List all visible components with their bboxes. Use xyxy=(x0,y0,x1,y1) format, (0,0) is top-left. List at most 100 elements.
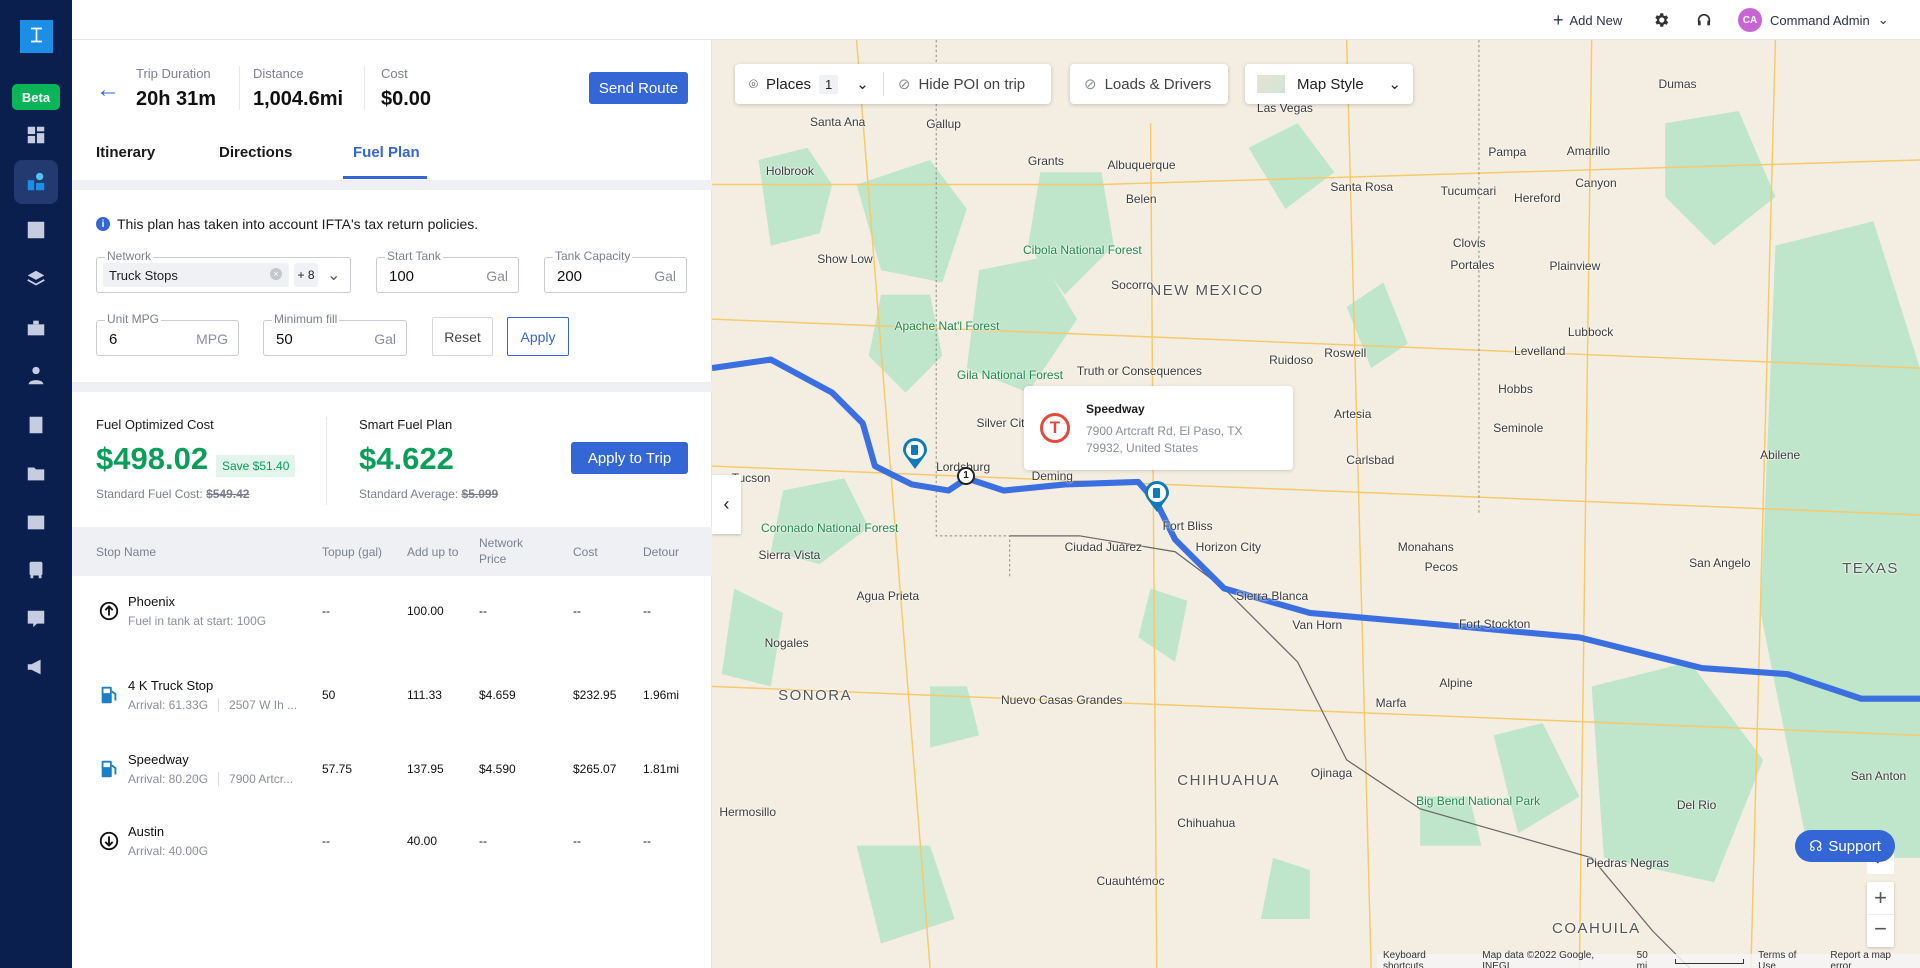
map-attribution: Keyboard shortcuts Map data ©2022 Google… xyxy=(1377,950,1920,968)
map-label: Cibola National Forest xyxy=(1023,243,1142,258)
tab-directions[interactable]: Directions xyxy=(219,144,292,161)
fuel-stop-pin[interactable] xyxy=(902,438,928,470)
loads-drivers-button[interactable]: ⊘ Loads & Drivers xyxy=(1070,64,1228,104)
table-row[interactable]: Speedway Arrival: 80.20G 7900 Artcr... 57.7… xyxy=(72,734,712,802)
cell-add-up-to: 40.00 xyxy=(407,834,438,848)
user-menu[interactable]: CA Command Admin ⌄ xyxy=(1738,0,1889,40)
location-pin-icon: ⌾ xyxy=(749,75,759,93)
cost-label: Cost xyxy=(381,66,408,81)
sidebar-item-contacts[interactable] xyxy=(14,403,58,447)
cell-detour: -- xyxy=(643,834,651,848)
logo-icon[interactable]: ⌶ xyxy=(20,20,53,53)
map-label: Socorro xyxy=(1111,277,1154,292)
map-label: Pampa xyxy=(1488,145,1527,160)
start-tank-input[interactable]: Start Tank 100 Gal xyxy=(376,249,519,293)
stop-name: Austin xyxy=(128,824,165,839)
map-canvas[interactable] xyxy=(712,40,1920,968)
sidebar-item-dispatch[interactable] xyxy=(14,208,58,252)
map-label: Del Rio xyxy=(1676,797,1717,812)
tank-capacity-input[interactable]: Tank Capacity 200 Gal xyxy=(544,249,687,293)
table-row[interactable]: 4 K Truck Stop Arrival: 61.33G 2507 W Ih .… xyxy=(72,660,712,728)
table-row[interactable]: Phoenix Fuel in tank at start: 100G -- 100.… xyxy=(72,576,712,644)
chevron-down-icon[interactable]: ⌄ xyxy=(327,265,340,285)
cell-price: -- xyxy=(479,604,487,618)
end-arrow-down-icon xyxy=(99,831,119,851)
map-label: Marfa xyxy=(1375,696,1407,711)
map-style-dropdown[interactable]: Map Style ⌄ xyxy=(1245,64,1413,104)
network-select[interactable]: Network Truck Stops × + 8 ⌄ xyxy=(96,249,351,293)
back-arrow-icon[interactable]: ← xyxy=(96,76,120,104)
map-label: Apache Nat'l Forest xyxy=(894,319,1000,334)
cell-topup: -- xyxy=(322,604,330,618)
fuel-stop-pin[interactable] xyxy=(1144,481,1170,513)
route-planner-icon xyxy=(27,172,45,191)
minimum-fill-input[interactable]: Minimum fill 50 Gal xyxy=(263,312,407,356)
chevron-down-icon[interactable]: ⌄ xyxy=(856,75,869,93)
sidebar-item-folder[interactable] xyxy=(14,451,58,495)
settings-button[interactable] xyxy=(1652,0,1670,40)
clear-chip-icon[interactable]: × xyxy=(270,268,282,280)
support-headset-button[interactable] xyxy=(1696,0,1712,40)
sidebar-item-announcement[interactable] xyxy=(14,645,58,689)
report-error-link[interactable]: Report a map error xyxy=(1830,950,1914,968)
terms-link[interactable]: Terms of Use xyxy=(1758,950,1816,968)
network-chip: Truck Stops × xyxy=(103,263,289,287)
map-label: COAHUILA xyxy=(1552,920,1641,938)
map-label: Lubbock xyxy=(1567,325,1614,340)
map-label: Gallup xyxy=(926,117,961,132)
sidebar-item-briefcase[interactable] xyxy=(14,306,58,350)
sidebar-item-layers[interactable] xyxy=(14,257,58,301)
cell-price: -- xyxy=(479,834,487,848)
table-header: Stop Name Topup (gal) Add up to Network … xyxy=(72,527,712,576)
tab-itinerary[interactable]: Itinerary xyxy=(96,144,155,161)
support-button[interactable]: ☊ Support xyxy=(1795,830,1895,862)
map-label: Hobbs xyxy=(1498,381,1533,396)
send-route-button[interactable]: Send Route xyxy=(589,72,688,104)
map-label: Nogales xyxy=(764,636,809,651)
map-label: Chihuahua xyxy=(1177,816,1236,831)
sidebar-item-dashboard[interactable] xyxy=(14,113,58,157)
sidebar-item-messages[interactable] xyxy=(14,597,58,641)
collapse-panel-button[interactable]: ‹ xyxy=(712,475,741,534)
map-label: San Angelo xyxy=(1689,555,1751,570)
reset-button[interactable]: Reset xyxy=(432,317,493,356)
map-label: Van Horn xyxy=(1292,617,1343,632)
top-bar: + Add New CA Command Admin ⌄ xyxy=(72,0,1920,40)
cell-topup: 57.75 xyxy=(322,762,353,776)
map-label: Roswell xyxy=(1324,346,1367,361)
sidebar-item-route-planner[interactable] xyxy=(14,160,58,204)
section-divider xyxy=(72,382,712,392)
apply-to-trip-button[interactable]: Apply to Trip xyxy=(571,442,688,474)
zoom-out-button[interactable]: − xyxy=(1867,914,1894,946)
map-label: San Anton xyxy=(1850,768,1907,783)
headset-icon xyxy=(1697,13,1711,26)
add-new-button[interactable]: + Add New xyxy=(1553,0,1622,40)
apply-button[interactable]: Apply xyxy=(507,317,569,356)
map-label: Levelland xyxy=(1514,343,1566,358)
cell-cost: $265.07 xyxy=(573,762,617,776)
cell-topup: 50 xyxy=(322,688,336,702)
hide-poi-button[interactable]: Hide POI on trip xyxy=(918,76,1025,93)
stop-name: 4 K Truck Stop xyxy=(128,678,214,693)
places-dropdown[interactable]: Places xyxy=(766,76,811,93)
map-label: Dumas xyxy=(1658,76,1697,91)
keyboard-shortcuts-link[interactable]: Keyboard shortcuts xyxy=(1383,950,1468,968)
table-row[interactable]: Austin Arrival: 40.00G -- 40.00 -- -- -- xyxy=(72,806,712,874)
smart-fuel-plan-value: $4.622 xyxy=(359,441,454,476)
zoom-in-button[interactable]: + xyxy=(1867,882,1894,914)
cell-cost: $232.95 xyxy=(573,688,617,702)
tab-fuel-plan[interactable]: Fuel Plan xyxy=(353,144,420,161)
dashboard-icon xyxy=(27,126,45,144)
unit-mpg-input[interactable]: Unit MPG 6 MPG xyxy=(96,312,239,356)
popup-title: Speedway xyxy=(1086,402,1145,416)
cell-price: $4.659 xyxy=(479,688,516,702)
divider xyxy=(882,72,884,96)
stop-name: Phoenix xyxy=(128,594,175,609)
sidebar-item-truck[interactable] xyxy=(14,548,58,592)
waypoint-marker[interactable]: 1 xyxy=(957,467,975,485)
sidebar-item-driver[interactable] xyxy=(14,354,58,398)
sidebar-item-wallet[interactable] xyxy=(14,500,58,544)
map-label: Canyon xyxy=(1575,175,1617,190)
dispatch-icon xyxy=(27,221,45,239)
map[interactable]: Albuquerque NEW MEXICO TEXAS Ciudad Juárez T… xyxy=(712,40,1920,968)
